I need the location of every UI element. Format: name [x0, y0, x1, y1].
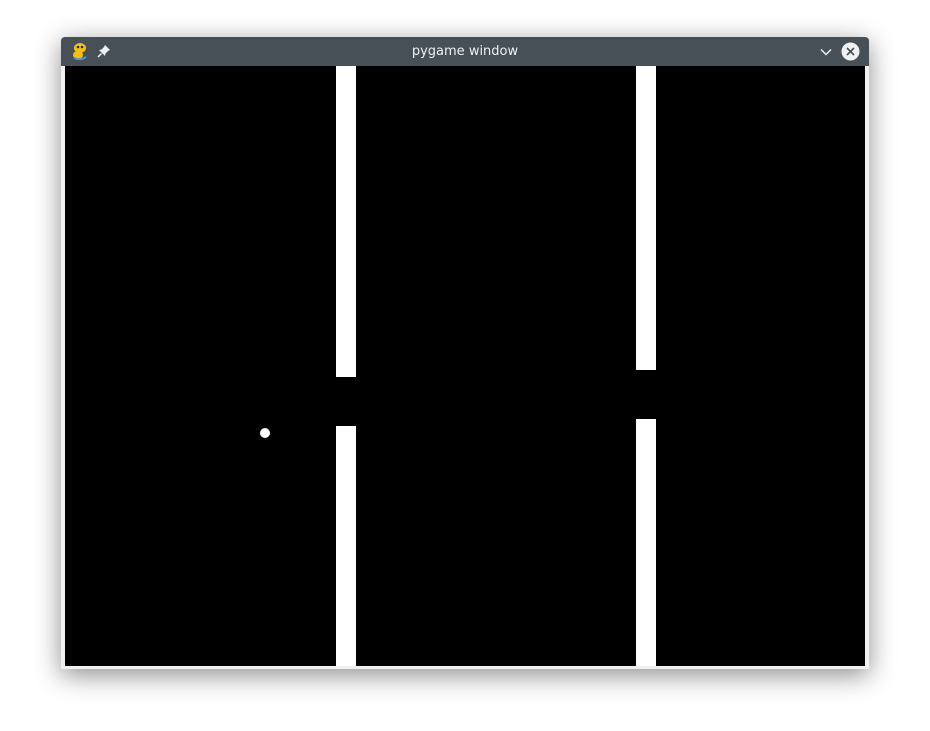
window-title: pygame window [411, 44, 519, 59]
pipe-top [636, 66, 656, 370]
chevron-down-icon[interactable] [818, 44, 834, 60]
pipe-bottom [336, 426, 356, 666]
title-bar[interactable]: pygame window [61, 37, 869, 66]
pygame-window: pygame window [61, 37, 869, 669]
game-canvas[interactable] [65, 66, 865, 666]
player-ball [260, 428, 270, 438]
pipe-top [336, 66, 356, 377]
close-icon[interactable] [841, 42, 860, 61]
desktop: pygame window [0, 0, 930, 731]
pipe-bottom [636, 419, 656, 666]
